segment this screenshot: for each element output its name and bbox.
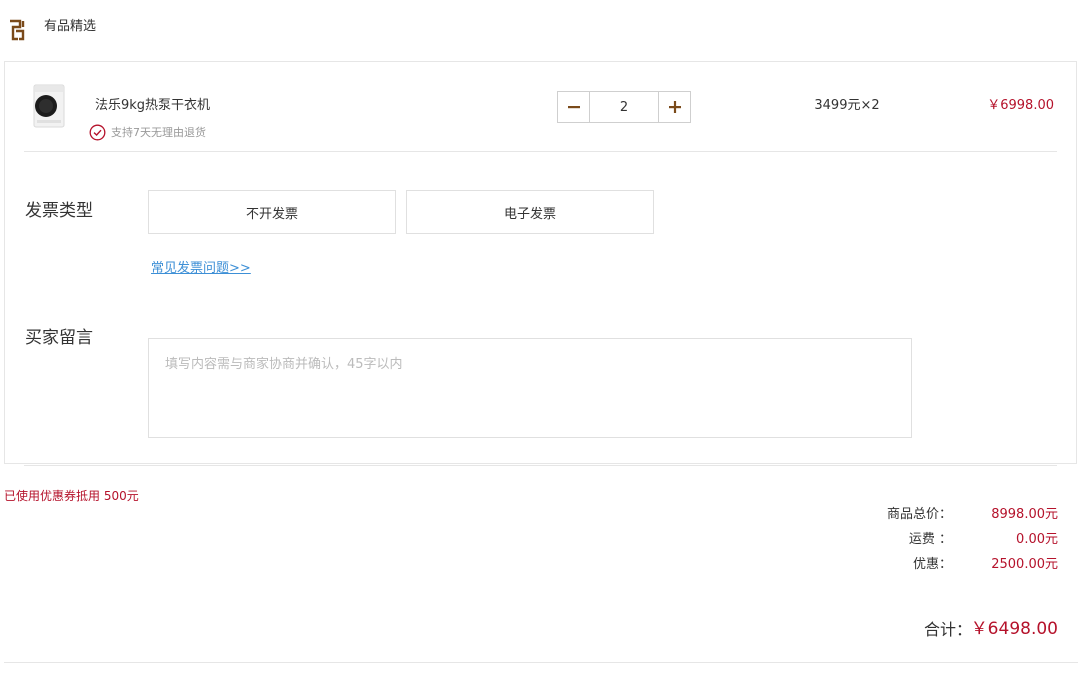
buyer-message-input[interactable]: [148, 338, 912, 438]
product-name[interactable]: 法乐9kg热泵干衣机: [95, 97, 210, 115]
coupon-applied-text: 已使用优惠券抵用 500元: [4, 489, 139, 503]
line-total: ￥6998.00: [987, 98, 1054, 113]
discount-label: 优惠：: [912, 557, 952, 572]
invoice-option-electronic[interactable]: 电子发票: [406, 190, 654, 234]
subtotal-value: 8998.00元: [991, 507, 1058, 522]
invoice-option-none[interactable]: 不开发票: [148, 190, 396, 234]
divider: [4, 662, 1078, 663]
return-policy-text: 支持7天无理由退货: [111, 126, 206, 139]
minus-icon: [567, 106, 580, 109]
shipping-label: 运费 ：: [908, 532, 952, 547]
discount-value: 2500.00元: [991, 557, 1058, 572]
plus-icon: [668, 101, 681, 113]
subtotal-label: 商品总价：: [886, 507, 952, 522]
increase-quantity-button[interactable]: [658, 92, 690, 122]
buyer-message-label: 买家留言: [25, 328, 93, 348]
invoice-faq-link[interactable]: 常见发票问题>>: [151, 261, 251, 277]
shipping-value: 0.00元: [1016, 532, 1058, 547]
total-value: ￥6498.00: [970, 619, 1058, 639]
quantity-stepper: [557, 91, 691, 123]
invoice-type-label: 发票类型: [25, 201, 93, 221]
quantity-input[interactable]: [590, 92, 658, 122]
total-label: 合计：: [923, 620, 972, 639]
decrease-quantity-button[interactable]: [558, 92, 590, 122]
divider: [24, 151, 1057, 152]
brand-logo-icon: [8, 18, 28, 42]
brand-name: 有品精选: [44, 19, 97, 34]
check-circle-icon: [89, 124, 106, 141]
divider: [24, 465, 1057, 466]
unit-price: 3499元×2: [814, 98, 880, 113]
product-image[interactable]: [32, 84, 66, 128]
